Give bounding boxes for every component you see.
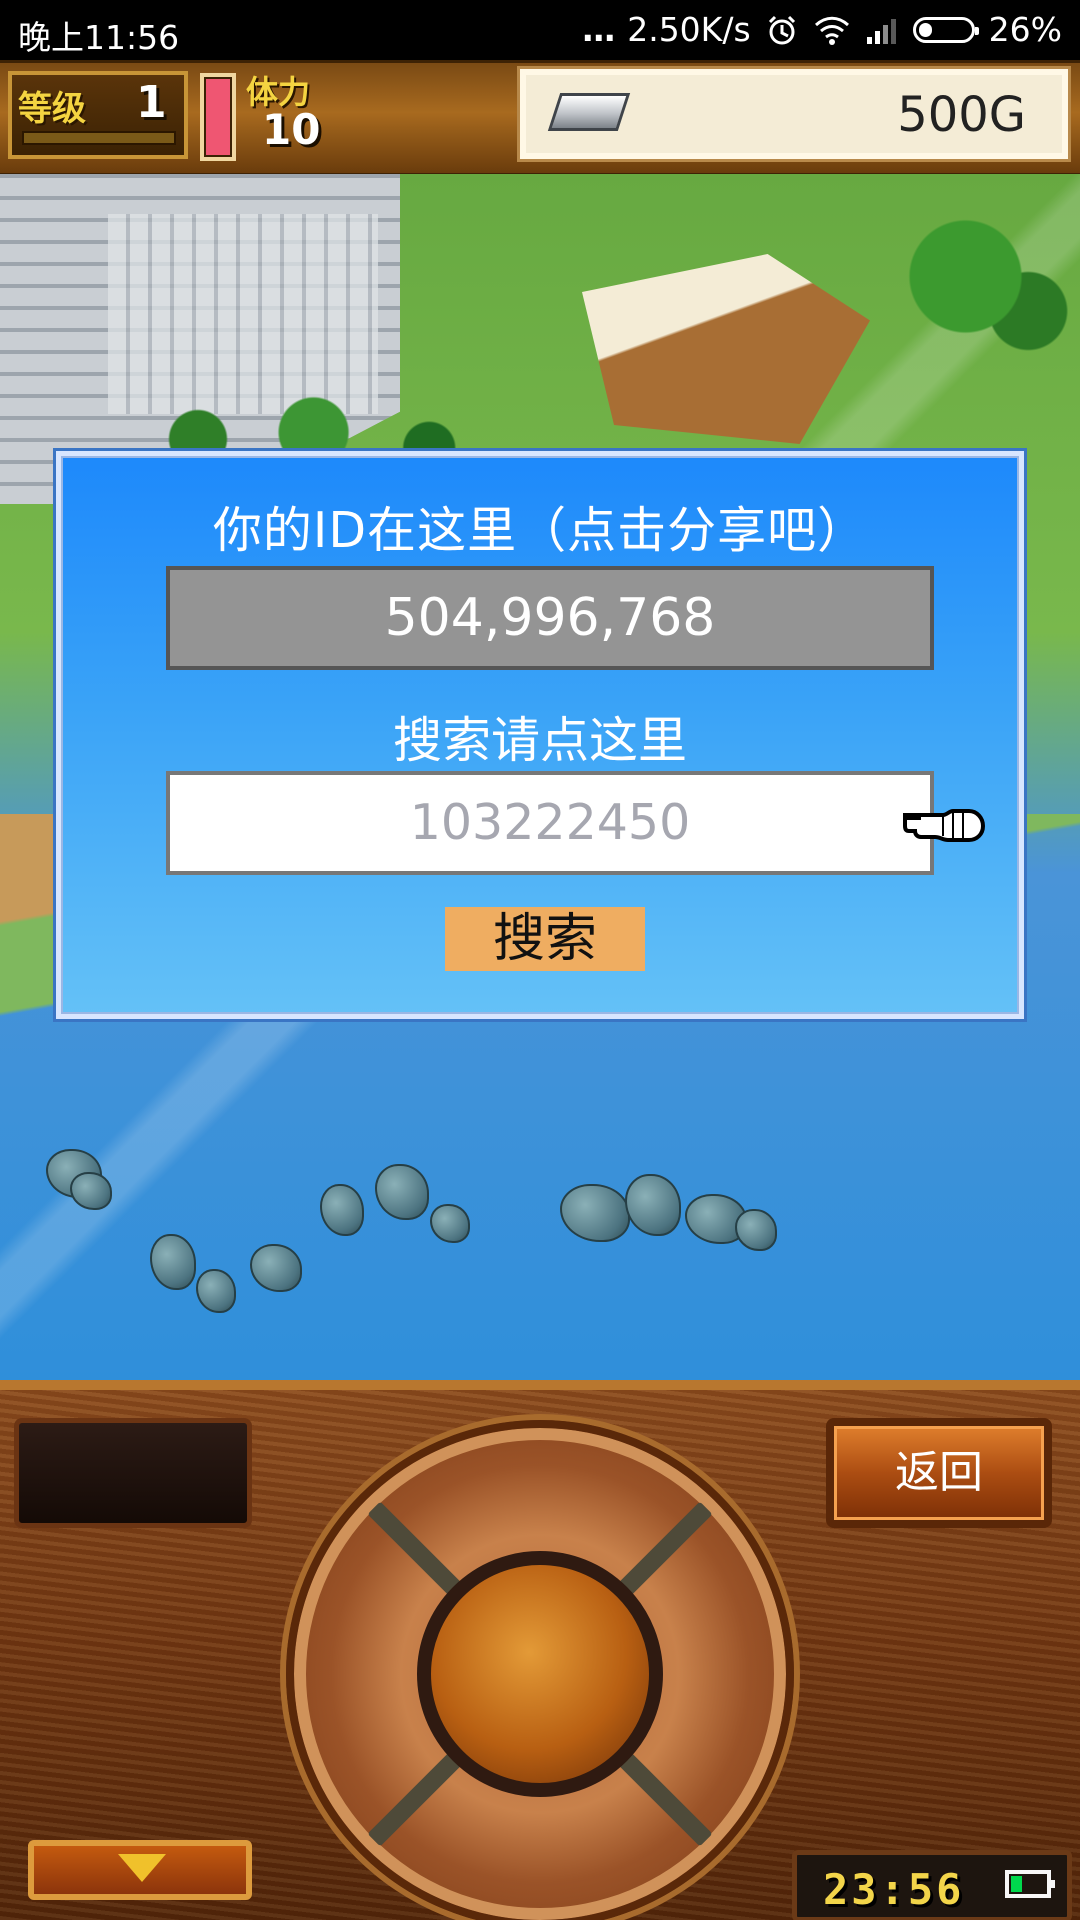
- game-clock: 23:56: [792, 1850, 1072, 1920]
- game-battery-fill: [1011, 1876, 1023, 1892]
- friend-id-search-input[interactable]: 103222450: [166, 771, 934, 875]
- level-label: 等级: [18, 89, 86, 129]
- pointing-hand-icon: [903, 809, 985, 842]
- game-clock-time: 23:56: [823, 1865, 965, 1914]
- wifi-icon: [814, 16, 849, 45]
- game-screen: 晚上11:56 … 2.50K/s 26% 等级 1 体力 10 500G 你的…: [0, 0, 1080, 1920]
- game-battery-icon: [1005, 1870, 1055, 1898]
- search-button[interactable]: 搜索: [445, 907, 645, 971]
- sea-rock: [196, 1269, 236, 1313]
- level-progress-bar: [22, 131, 176, 145]
- network-speed: 2.50K/s: [627, 10, 751, 49]
- sea-rock: [560, 1184, 630, 1242]
- sea-rock: [320, 1184, 364, 1236]
- sea-rock: [375, 1164, 429, 1220]
- directional-pad[interactable]: [286, 1420, 794, 1920]
- gold-panel: 500G: [517, 66, 1071, 162]
- market-stall: [582, 254, 870, 444]
- tree-cluster-right: [880, 209, 1070, 359]
- sea-rock: [250, 1244, 302, 1292]
- notification-dots: …: [582, 10, 615, 49]
- sea-rock: [430, 1204, 470, 1243]
- battery-percent: 26%: [988, 10, 1062, 49]
- dialog-title: 你的ID在这里（点击分享吧）: [212, 502, 868, 559]
- sea-rock: [150, 1234, 196, 1290]
- game-hud: 等级 1 体力 10 500G: [0, 60, 1080, 177]
- stamina-value: 10: [262, 105, 321, 154]
- sea-rock: [735, 1209, 777, 1251]
- stamina-fill: [206, 79, 230, 155]
- back-button[interactable]: 返回: [826, 1418, 1052, 1528]
- level-value: 1: [136, 77, 167, 128]
- blank-display-panel: [14, 1418, 252, 1528]
- player-id-share-button[interactable]: 504,996,768: [166, 566, 934, 670]
- signal-icon: [866, 18, 896, 44]
- status-icons-group: … 2.50K/s 26%: [582, 10, 1062, 49]
- status-time: 晚上11:56: [18, 18, 180, 57]
- share-id-dialog: 你的ID在这里（点击分享吧） 504,996,768 搜索请点这里 103222…: [53, 448, 1027, 1022]
- level-panel: 等级 1: [8, 71, 188, 159]
- stamina-gauge: [200, 73, 236, 161]
- control-panel: 返回 23:56: [0, 1380, 1080, 1920]
- search-hint-label: 搜索请点这里: [392, 712, 687, 769]
- battery-icon: [912, 16, 979, 43]
- sea-rock: [70, 1172, 112, 1210]
- dropdown-button[interactable]: [28, 1840, 252, 1900]
- gold-value: 500G: [897, 87, 1026, 143]
- gold-bar-icon: [547, 93, 631, 131]
- status-bar: 晚上11:56 … 2.50K/s 26%: [0, 0, 1080, 60]
- dpad-center-button[interactable]: [417, 1551, 663, 1797]
- sea-rock: [625, 1174, 681, 1236]
- alarm-icon: [768, 15, 795, 44]
- down-arrow-icon: [118, 1854, 166, 1882]
